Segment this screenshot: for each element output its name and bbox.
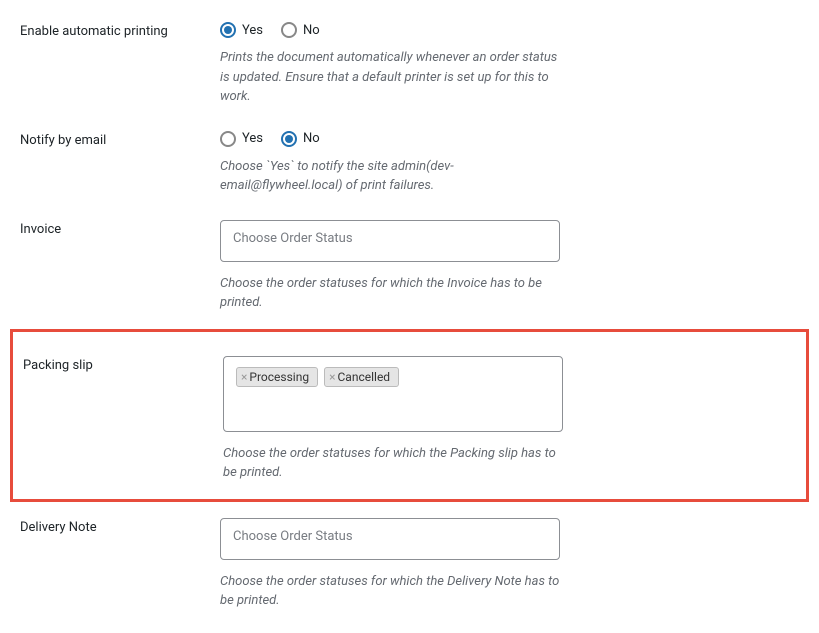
invoice-label: Invoice	[20, 220, 220, 237]
notify-help: Choose `Yes` to notify the site admin(de…	[220, 157, 560, 196]
invoice-help: Choose the order statuses for which the …	[220, 274, 560, 313]
delivery-note-control: Choose Order Status Choose the order sta…	[220, 518, 560, 611]
auto-print-help: Prints the document automatically whenev…	[220, 48, 560, 107]
delivery-note-label: Delivery Note	[20, 518, 220, 535]
auto-print-yes-radio[interactable]: Yes	[220, 22, 263, 38]
radio-label-no: No	[303, 23, 320, 38]
notify-row: Notify by email Yes No Choose `Yes` to n…	[20, 119, 799, 208]
close-icon[interactable]: ×	[241, 371, 247, 383]
tag-label: Cancelled	[338, 370, 391, 384]
delivery-note-row: Delivery Note Choose Order Status Choose…	[20, 506, 799, 623]
auto-print-label: Enable automatic printing	[20, 22, 220, 39]
invoice-status-select[interactable]: Choose Order Status	[220, 220, 560, 262]
packing-slip-label: Packing slip	[23, 356, 223, 373]
packing-slip-status-select[interactable]: × Processing × Cancelled	[223, 356, 563, 432]
delivery-note-status-select[interactable]: Choose Order Status	[220, 518, 560, 560]
invoice-placeholder: Choose Order Status	[233, 231, 353, 246]
notify-no-radio[interactable]: No	[281, 131, 320, 147]
radio-icon	[220, 22, 236, 38]
status-tag-cancelled[interactable]: × Cancelled	[324, 367, 399, 387]
auto-print-radio-group: Yes No	[220, 22, 560, 38]
packing-slip-control: × Processing × Cancelled Choose the orde…	[223, 356, 563, 483]
radio-icon	[281, 131, 297, 147]
notify-label: Notify by email	[20, 131, 220, 148]
auto-print-control: Yes No Prints the document automatically…	[220, 22, 560, 107]
notify-radio-group: Yes No	[220, 131, 560, 147]
auto-print-row: Enable automatic printing Yes No Prints …	[20, 10, 799, 119]
delivery-note-help: Choose the order statuses for which the …	[220, 572, 560, 611]
packing-slip-help: Choose the order statuses for which the …	[223, 444, 563, 483]
radio-label-yes: Yes	[242, 23, 263, 38]
invoice-control: Choose Order Status Choose the order sta…	[220, 220, 560, 313]
radio-label-no: No	[303, 131, 320, 146]
packing-slip-highlight: Packing slip × Processing × Cancelled Ch…	[10, 329, 809, 502]
tag-label: Processing	[249, 370, 309, 384]
radio-icon	[281, 22, 297, 38]
delivery-note-placeholder: Choose Order Status	[233, 529, 353, 544]
status-tag-processing[interactable]: × Processing	[236, 367, 318, 387]
auto-print-no-radio[interactable]: No	[281, 22, 320, 38]
invoice-row: Invoice Choose Order Status Choose the o…	[20, 208, 799, 325]
notify-control: Yes No Choose `Yes` to notify the site a…	[220, 131, 560, 196]
notify-yes-radio[interactable]: Yes	[220, 131, 263, 147]
close-icon[interactable]: ×	[329, 371, 335, 383]
radio-icon	[220, 131, 236, 147]
radio-label-yes: Yes	[242, 131, 263, 146]
packing-slip-row: Packing slip × Processing × Cancelled Ch…	[13, 344, 806, 495]
